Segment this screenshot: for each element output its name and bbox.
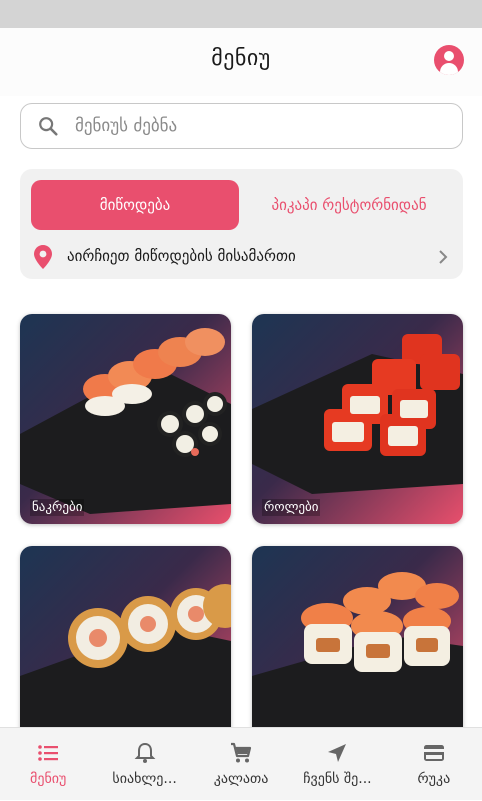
location-arrow-icon	[328, 744, 347, 762]
nav-label: სიახლე...	[112, 771, 177, 787]
category-card-rolls[interactable]: როლები	[252, 314, 463, 524]
nav-item-map[interactable]: რუკა	[386, 728, 482, 801]
nav-item-menu[interactable]: მენიუ	[0, 728, 96, 801]
tab-delivery[interactable]: მიწოდება	[31, 180, 239, 230]
rolls-image	[252, 334, 463, 494]
search-icon	[39, 117, 58, 136]
nav-item-news[interactable]: სიახლე...	[96, 728, 192, 801]
nav-label: კალათა	[213, 771, 269, 787]
location-pin-icon	[34, 245, 52, 269]
nav-label: რუკა	[417, 771, 451, 787]
nav-label: მენიუ	[30, 771, 67, 787]
choose-address-row[interactable]: აირჩიეთ მიწოდების მისამართი	[20, 239, 463, 275]
search-box[interactable]	[20, 103, 463, 149]
category-label: ნაკრები	[30, 499, 85, 516]
bottom-navigation: მენიუ სიახლე... კალათა ჩვენს შე... რუკა	[0, 727, 482, 800]
salmon-rolls-image	[252, 572, 463, 746]
delivery-options-card: მიწოდება პიკაპი რესტორნიდან აირჩიეთ მიწო…	[20, 169, 463, 279]
bell-icon	[134, 742, 156, 763]
fried-rolls-image	[20, 584, 231, 746]
search-input[interactable]	[75, 112, 445, 140]
category-label: როლები	[262, 499, 321, 516]
list-icon	[38, 745, 59, 761]
category-card-sets[interactable]: ნაკრები	[20, 314, 231, 524]
app-header: მენიუ	[0, 28, 482, 96]
category-card-fried-rolls[interactable]	[20, 546, 231, 746]
status-bar	[0, 0, 482, 28]
category-card-salmon-rolls[interactable]	[252, 546, 463, 746]
cart-icon	[231, 742, 252, 763]
tab-pickup[interactable]: პიკაპი რესტორნიდან	[244, 180, 454, 230]
profile-avatar-icon[interactable]	[434, 45, 464, 75]
chevron-right-icon	[439, 250, 448, 264]
address-prompt: აირჩიეთ მიწოდების მისამართი	[67, 247, 296, 265]
card-icon	[423, 745, 444, 761]
sushi-set-image	[20, 328, 231, 514]
nav-item-cart[interactable]: კალათა	[193, 728, 289, 801]
page-title: მენიუ	[211, 46, 271, 71]
nav-item-about-us[interactable]: ჩვენს შე...	[289, 728, 385, 801]
nav-label: ჩვენს შე...	[303, 771, 372, 787]
